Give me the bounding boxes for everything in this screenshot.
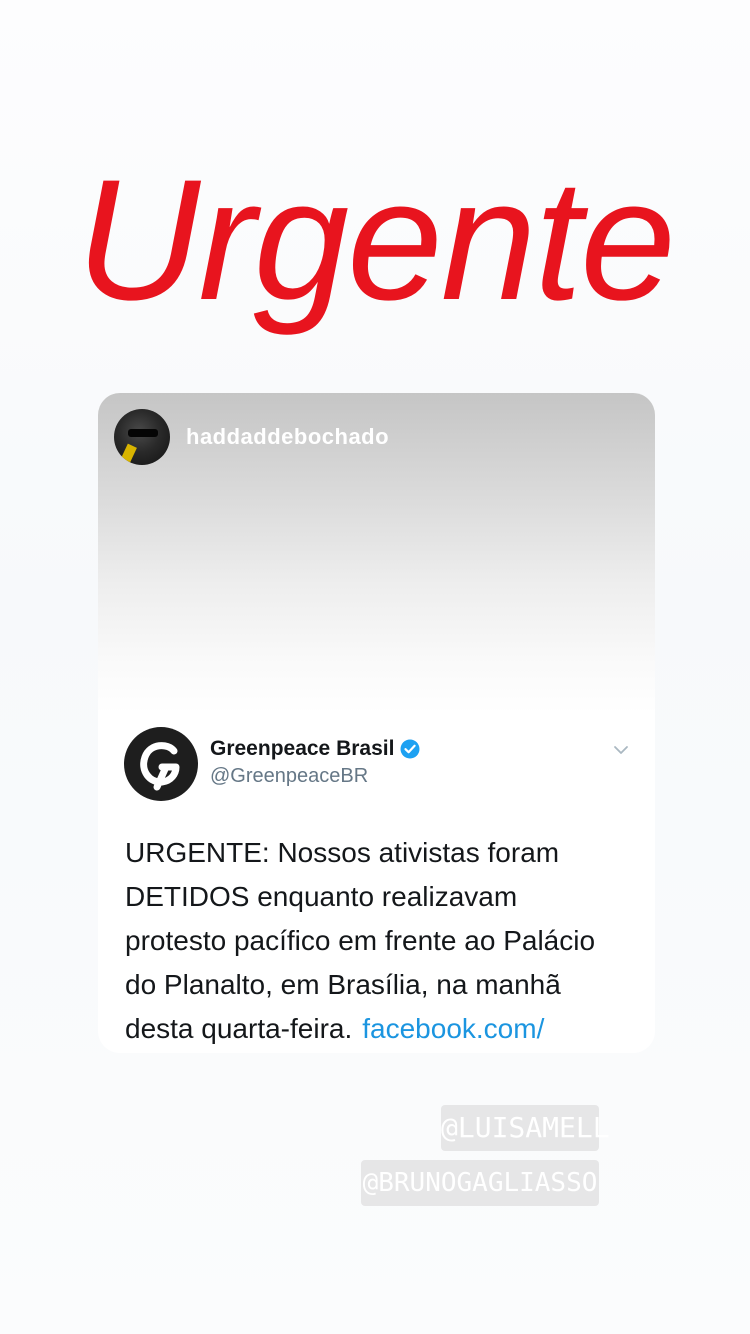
post-header[interactable]: haddaddebochado: [114, 409, 389, 465]
tweet-account-name[interactable]: Greenpeace Brasil: [210, 737, 394, 761]
tweet-text-tail: desta quarta-feira.: [125, 1013, 353, 1044]
tweet-text-line: URGENTE: Nossos ativistas foram: [125, 837, 560, 868]
greenpeace-logo-icon[interactable]: [124, 727, 198, 801]
tweet-text-line: DETIDOS enquanto realizavam: [125, 881, 518, 912]
avatar-glasses: [128, 429, 158, 437]
mention-sticker-luisamell[interactable]: @LUISAMELL: [441, 1105, 610, 1151]
avatar-sash: [121, 443, 137, 463]
story-headline: Urgente: [76, 144, 676, 336]
post-username[interactable]: haddaddebochado: [186, 424, 389, 450]
chevron-down-icon[interactable]: [612, 741, 630, 759]
tweet-text-line: do Planalto, em Brasília, na manhã: [125, 969, 561, 1000]
shared-post-card[interactable]: haddaddebochado Greenpeace Brasil @Green…: [98, 393, 655, 1053]
tweet-link[interactable]: facebook.com/: [362, 1013, 544, 1044]
tweet-handle[interactable]: @GreenpeaceBR: [210, 765, 368, 788]
mention-sticker-brunogagliasso[interactable]: @BRUNOGAGLIASSO: [361, 1160, 599, 1206]
tweet-author-row: Greenpeace Brasil: [210, 737, 420, 761]
verified-badge-icon: [400, 739, 420, 759]
tweet-text: URGENTE: Nossos ativistas foram DETIDOS …: [125, 831, 635, 1051]
avatar[interactable]: [114, 409, 170, 465]
tweet-embed: Greenpeace Brasil @GreenpeaceBR URGENTE:…: [98, 723, 655, 1053]
tweet-text-line: protesto pacífico em frente ao Palácio: [125, 925, 596, 956]
tweet-text-last-line: desta quarta-feira. facebook.com/: [125, 1007, 635, 1051]
